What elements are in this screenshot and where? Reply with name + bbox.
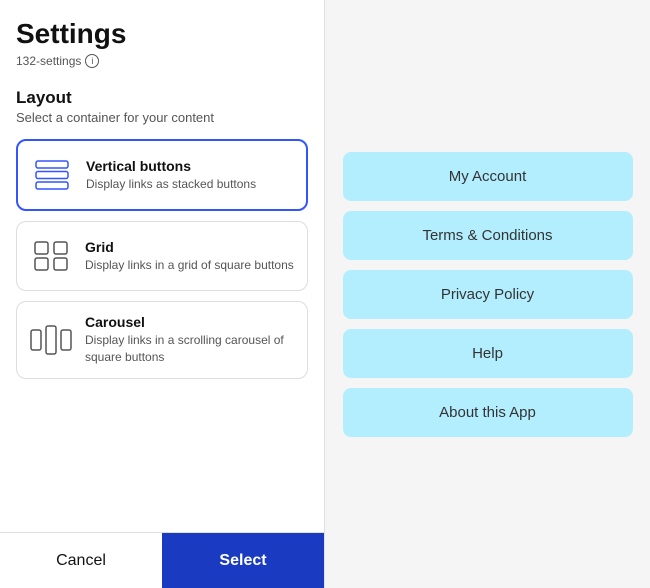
preview-button[interactable]: Privacy Policy [343,270,633,319]
info-icon[interactable]: i [85,54,99,68]
layout-heading: Layout [16,88,308,108]
select-button[interactable]: Select [162,533,324,588]
left-panel: Settings 132-settings i Layout Select a … [0,0,325,588]
carousel-option-title: Carousel [85,314,295,330]
vertical-option-text: Vertical buttons Display links as stacke… [86,158,256,193]
carousel-icon [29,318,73,362]
layout-option-carousel[interactable]: Carousel Display links in a scrolling ca… [16,301,308,379]
layout-subheading: Select a container for your content [16,110,308,125]
preview-button[interactable]: Terms & Conditions [343,211,633,260]
grid-option-text: Grid Display links in a grid of square b… [85,239,294,274]
preview-buttons-container: My Account Terms & Conditions Privacy Poli… [343,152,633,437]
carousel-option-text: Carousel Display links in a scrolling ca… [85,314,295,366]
settings-id-text: 132-settings [16,54,81,68]
layout-option-vertical[interactable]: Vertical buttons Display links as stacke… [16,139,308,211]
bottom-bar: Cancel Select [0,532,324,588]
right-panel: My Account Terms & Conditions Privacy Poli… [325,0,650,588]
vertical-option-desc: Display links as stacked buttons [86,176,256,193]
grid-option-desc: Display links in a grid of square button… [85,257,294,274]
preview-button[interactable]: Help [343,329,633,378]
carousel-option-desc: Display links in a scrolling carousel of… [85,332,295,366]
cancel-button[interactable]: Cancel [0,533,162,588]
preview-button[interactable]: My Account [343,152,633,201]
settings-id-row: 132-settings i [16,54,308,68]
layout-option-grid[interactable]: Grid Display links in a grid of square b… [16,221,308,291]
grid-option-title: Grid [85,239,294,255]
vertical-buttons-icon [30,153,74,197]
page-title: Settings [16,18,308,50]
vertical-option-title: Vertical buttons [86,158,256,174]
preview-button[interactable]: About this App [343,388,633,437]
left-content: Settings 132-settings i Layout Select a … [0,0,324,532]
grid-icon [29,234,73,278]
